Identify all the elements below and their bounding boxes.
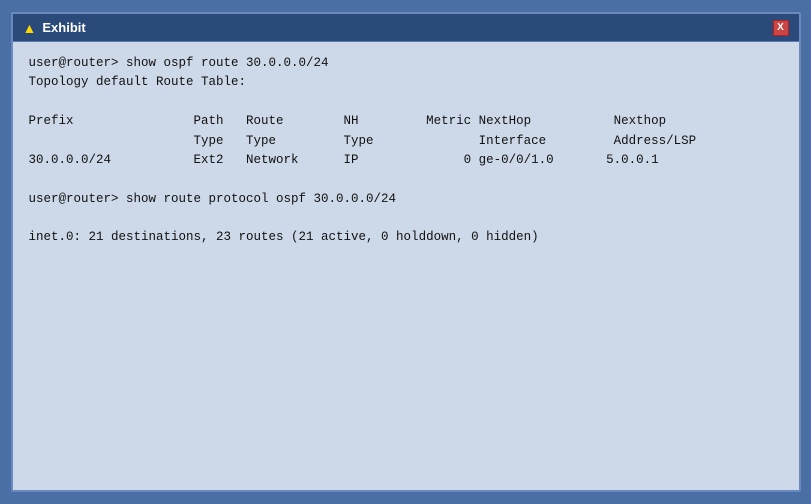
close-button[interactable]: X <box>773 20 789 36</box>
terminal-content: user@router> show ospf route 30.0.0.0/24… <box>13 42 799 490</box>
window-title: Exhibit <box>42 20 85 35</box>
terminal-output: user@router> show ospf route 30.0.0.0/24… <box>29 54 783 248</box>
title-bar: ▲ Exhibit X <box>13 14 799 42</box>
exhibit-window: ▲ Exhibit X user@router> show ospf route… <box>11 12 801 492</box>
app-icon: ▲ <box>23 20 37 36</box>
title-bar-left: ▲ Exhibit <box>23 20 86 36</box>
